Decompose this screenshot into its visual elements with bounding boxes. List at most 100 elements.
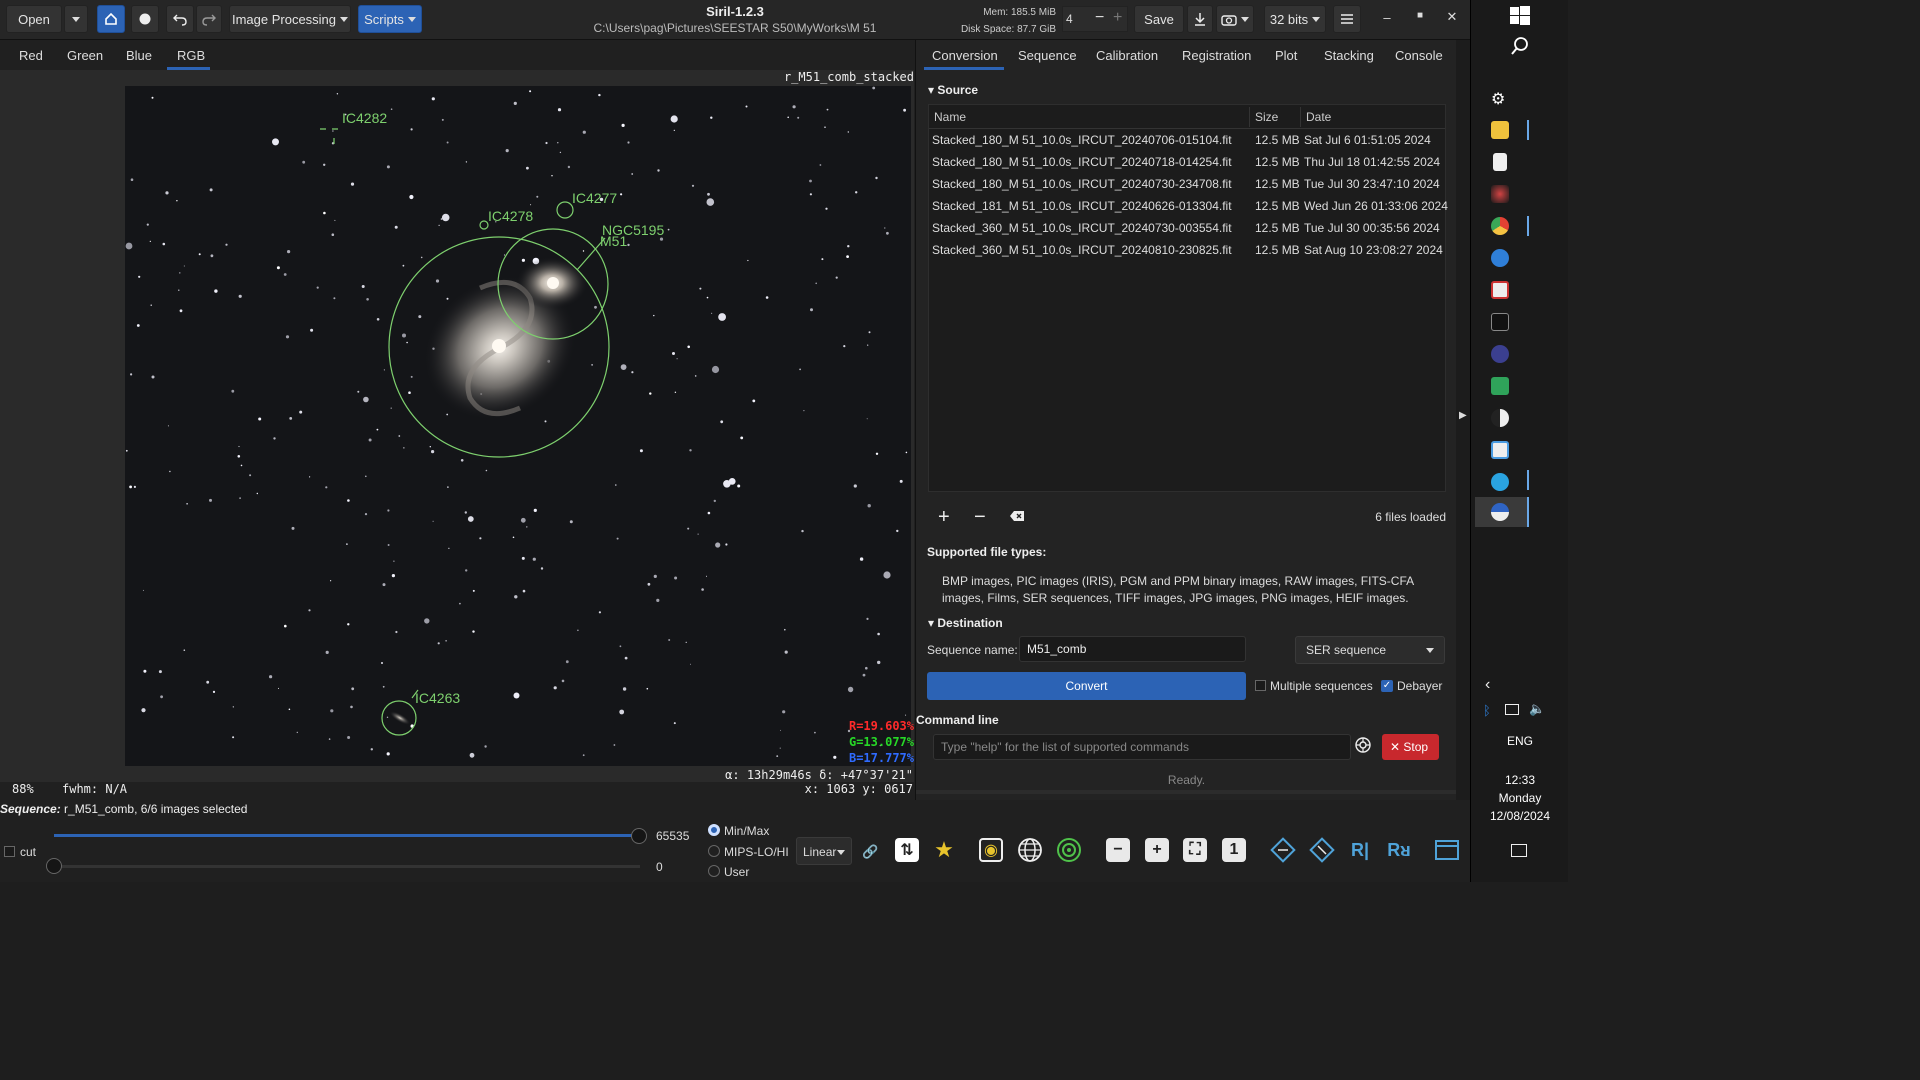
mips-radio[interactable] (708, 845, 720, 857)
network-icon[interactable] (1505, 704, 1519, 715)
maximize-button[interactable]: ■ (1411, 10, 1429, 28)
undo-button[interactable] (166, 5, 194, 33)
minimize-button[interactable]: – (1378, 10, 1396, 28)
notification-icon[interactable] (1511, 844, 1527, 857)
folder-icon[interactable] (1491, 121, 1509, 139)
terminal-icon[interactable] (1491, 313, 1509, 331)
bluetooth-icon[interactable]: ᛒ (1483, 703, 1491, 718)
target-button[interactable] (1055, 836, 1083, 864)
minmax-radio[interactable] (708, 824, 720, 836)
zoom-fit-button[interactable]: ⛶ (1181, 836, 1209, 864)
photometry-button[interactable]: ★ (930, 836, 958, 864)
app-icon[interactable] (1491, 377, 1509, 395)
chevron-left-icon[interactable]: ‹ (1485, 676, 1490, 694)
tab-plot[interactable]: Plot (1275, 48, 1297, 63)
mirror-x-button[interactable]: R| (1346, 836, 1374, 864)
rotate-right-button[interactable] (1308, 836, 1336, 864)
file-row[interactable]: Stacked_180_M 51_10.0s_IRCUT_20240718-01… (929, 151, 1445, 173)
scripts-menu[interactable]: Scripts (358, 5, 422, 33)
color-saturation-button[interactable]: ⇅ (893, 836, 921, 864)
low-slider-track[interactable] (54, 865, 640, 868)
rotate-left-button[interactable] (1269, 836, 1297, 864)
search-button[interactable] (1510, 36, 1530, 59)
high-slider-handle[interactable] (631, 828, 647, 844)
file-row[interactable]: Stacked_180_M 51_10.0s_IRCUT_20240706-01… (929, 129, 1445, 151)
cut-checkbox[interactable] (4, 846, 15, 857)
calendar-icon[interactable] (1491, 281, 1509, 299)
tab-conversion[interactable]: Conversion (932, 48, 998, 63)
galaxy-view-button[interactable]: ◉ (977, 836, 1005, 864)
mirror-y-button[interactable]: Rᴚ (1385, 836, 1413, 864)
histogram-button[interactable] (1433, 836, 1461, 864)
help-button[interactable] (1354, 736, 1376, 758)
home-button[interactable] (97, 5, 125, 33)
file-row[interactable]: Stacked_360_M 51_10.0s_IRCUT_20240810-23… (929, 239, 1445, 261)
stellarium-icon[interactable] (1491, 409, 1509, 427)
debayer-checkbox[interactable]: ✓ (1381, 680, 1393, 692)
language-indicator[interactable]: ENG (1471, 734, 1569, 748)
edge-icon[interactable] (1491, 249, 1509, 267)
notepad-icon[interactable] (1493, 153, 1507, 171)
telegram-icon[interactable] (1491, 473, 1509, 491)
image-processing-menu[interactable]: Image Processing (229, 5, 351, 33)
save-button[interactable]: Save (1134, 5, 1184, 33)
add-files-button[interactable]: + (938, 506, 950, 529)
recent-dropdown-button[interactable] (64, 5, 88, 33)
stop-button[interactable]: ✕ Stop (1382, 734, 1439, 760)
annotate-button[interactable] (1016, 836, 1044, 864)
high-slider-track[interactable] (54, 834, 640, 837)
convert-button[interactable]: Convert (927, 672, 1246, 700)
plus-icon[interactable]: + (1113, 9, 1122, 27)
tab-red[interactable]: Red (19, 48, 43, 63)
tab-registration[interactable]: Registration (1182, 48, 1251, 63)
file-row[interactable]: Stacked_360_M 51_10.0s_IRCUT_20240730-00… (929, 217, 1445, 239)
link-icon[interactable]: 🔗 (862, 844, 878, 860)
file-row[interactable]: Stacked_181_M 51_10.0s_IRCUT_20240626-01… (929, 195, 1448, 217)
output-format-select[interactable]: SER sequence (1295, 636, 1445, 664)
app-icon[interactable] (1491, 185, 1509, 203)
clock-time[interactable]: 12:33 (1471, 773, 1569, 787)
astro-image[interactable]: IC4282 IC4277 IC4278 NGC5195 M51 IC4263 (125, 86, 911, 766)
threads-spinner[interactable]: 4 − + (1062, 6, 1128, 32)
column-name[interactable]: Name (934, 110, 966, 124)
chrome-icon[interactable] (1491, 217, 1509, 235)
settings-icon[interactable]: ⚙ (1491, 89, 1505, 109)
bit-depth-menu[interactable]: 32 bits (1264, 5, 1326, 33)
panel-toggle-strip[interactable]: ▶ (1456, 40, 1470, 800)
file-list[interactable]: Name Size Date Stacked_180_M 51_10.0s_IR… (928, 104, 1448, 492)
tab-stacking[interactable]: Stacking (1324, 48, 1374, 63)
sequence-name-input[interactable]: M51_comb (1019, 636, 1246, 662)
zoom-in-button[interactable]: + (1143, 836, 1171, 864)
start-button[interactable] (1510, 6, 1530, 29)
tab-calibration[interactable]: Calibration (1096, 48, 1158, 63)
save-as-button[interactable] (1187, 5, 1213, 33)
volume-icon[interactable]: 🔈 (1529, 701, 1545, 717)
multiple-sequences-checkbox[interactable] (1255, 680, 1266, 691)
siril-icon[interactable] (1491, 503, 1509, 521)
open-button[interactable]: Open (6, 5, 62, 33)
clear-files-button[interactable] (1009, 510, 1025, 525)
tab-rgb[interactable]: RGB (177, 48, 205, 63)
stretch-select[interactable]: Linear (796, 837, 852, 865)
zoom-out-button[interactable]: − (1104, 836, 1132, 864)
tab-green[interactable]: Green (67, 48, 103, 63)
zoom-one-button[interactable]: 1 (1220, 836, 1248, 864)
snapshot-button[interactable] (1216, 5, 1254, 33)
low-slider-handle[interactable] (46, 858, 62, 874)
redo-button[interactable] (196, 5, 222, 33)
main-menu-button[interactable] (1333, 5, 1361, 33)
user-radio[interactable] (708, 865, 720, 877)
tab-sequence[interactable]: Sequence (1018, 48, 1077, 63)
source-expander[interactable]: ▾ Source (928, 83, 978, 97)
app-icon[interactable] (1491, 441, 1509, 459)
app-icon[interactable] (1491, 345, 1509, 363)
tab-console[interactable]: Console (1395, 48, 1443, 63)
column-size[interactable]: Size (1255, 110, 1278, 124)
command-input[interactable]: Type "help" for the list of supported co… (933, 734, 1351, 760)
column-date[interactable]: Date (1306, 110, 1331, 124)
tab-blue[interactable]: Blue (126, 48, 152, 63)
destination-expander[interactable]: ▾ Destination (928, 616, 1003, 630)
close-button[interactable]: ✕ (1443, 9, 1461, 27)
minus-icon[interactable]: − (1095, 9, 1104, 27)
remove-file-button[interactable]: − (974, 506, 986, 529)
